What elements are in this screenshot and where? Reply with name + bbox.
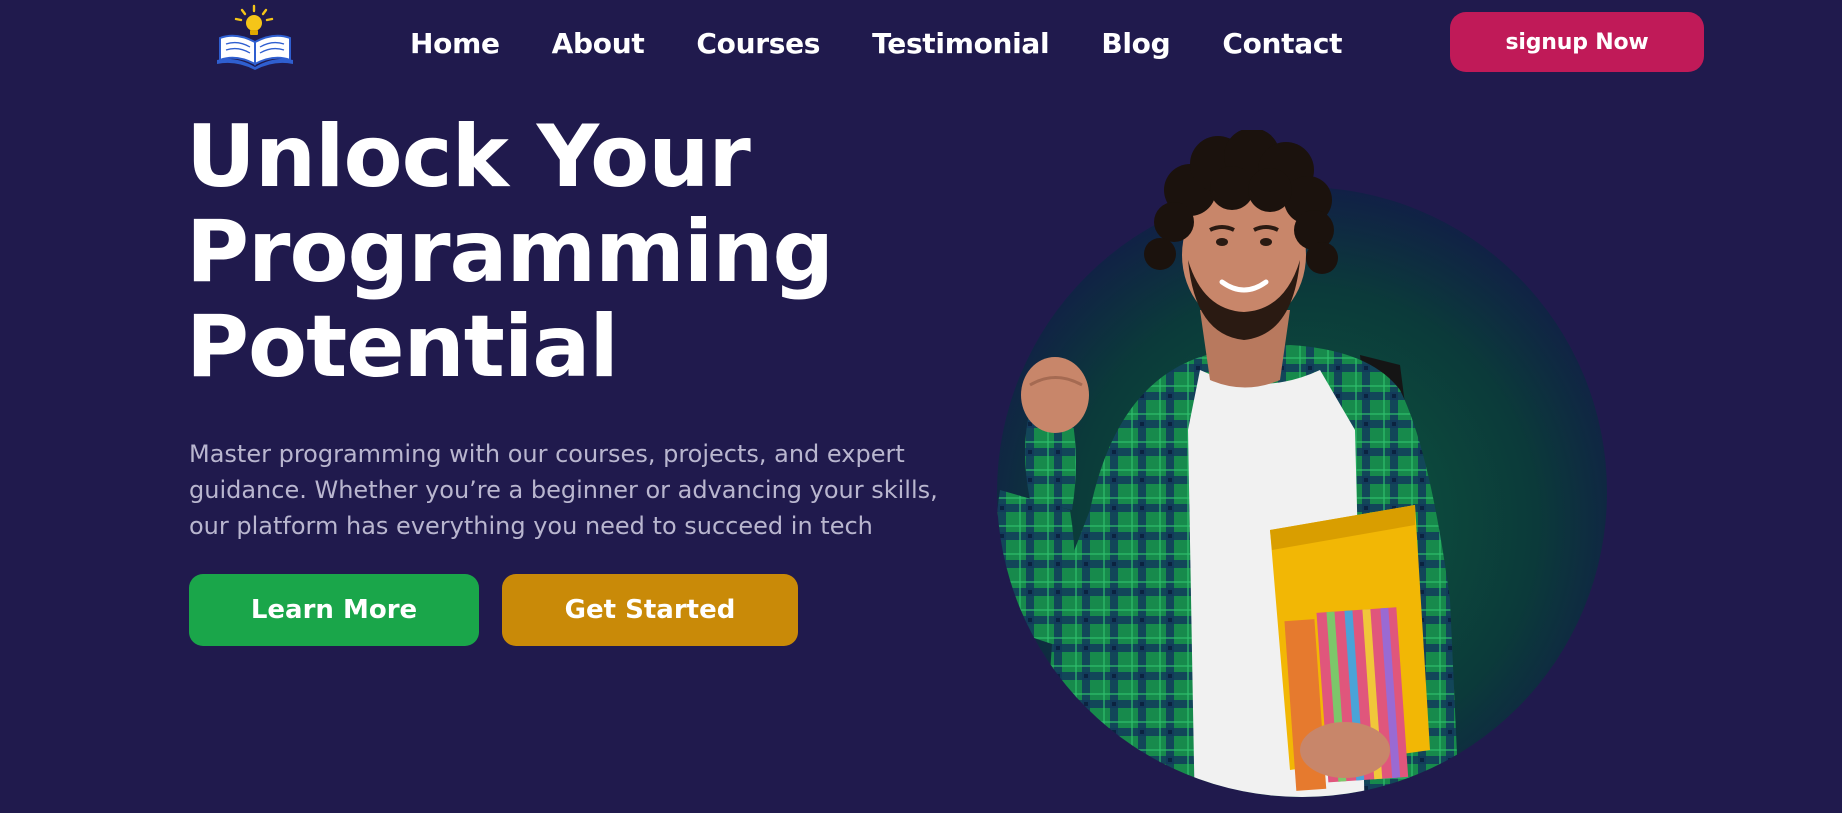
nav-testimonial[interactable]: Testimonial bbox=[872, 27, 1049, 60]
nav-contact[interactable]: Contact bbox=[1222, 27, 1342, 60]
get-started-button[interactable]: Get Started bbox=[502, 574, 798, 646]
hero-description-line-1: Master programming with our courses, pro… bbox=[189, 440, 905, 468]
nav-courses[interactable]: Courses bbox=[696, 27, 820, 60]
hero-title-line-1: Unlock Your bbox=[186, 107, 751, 207]
nav-about[interactable]: About bbox=[552, 27, 645, 60]
signup-button[interactable]: signup Now bbox=[1450, 12, 1704, 72]
learn-more-button[interactable]: Learn More bbox=[189, 574, 479, 646]
student-photo bbox=[997, 130, 1607, 797]
hero-description-line-3: our platform has everything you need to … bbox=[189, 512, 873, 540]
nav-blog[interactable]: Blog bbox=[1101, 27, 1170, 60]
open-book-lightbulb-icon bbox=[217, 4, 293, 70]
hero-title-line-2: Programming bbox=[186, 202, 834, 302]
main-nav: Home About Courses Testimonial Blog Cont… bbox=[410, 20, 1343, 66]
hero-description: Master programming with our courses, pro… bbox=[189, 436, 938, 544]
hero-title-line-3: Potential bbox=[186, 297, 619, 397]
hero-description-line-2: guidance. Whether you’re a beginner or a… bbox=[189, 476, 938, 504]
logo[interactable] bbox=[214, 2, 298, 70]
nav-home[interactable]: Home bbox=[410, 27, 500, 60]
hero-title: Unlock Your Programming Potential bbox=[186, 110, 906, 395]
